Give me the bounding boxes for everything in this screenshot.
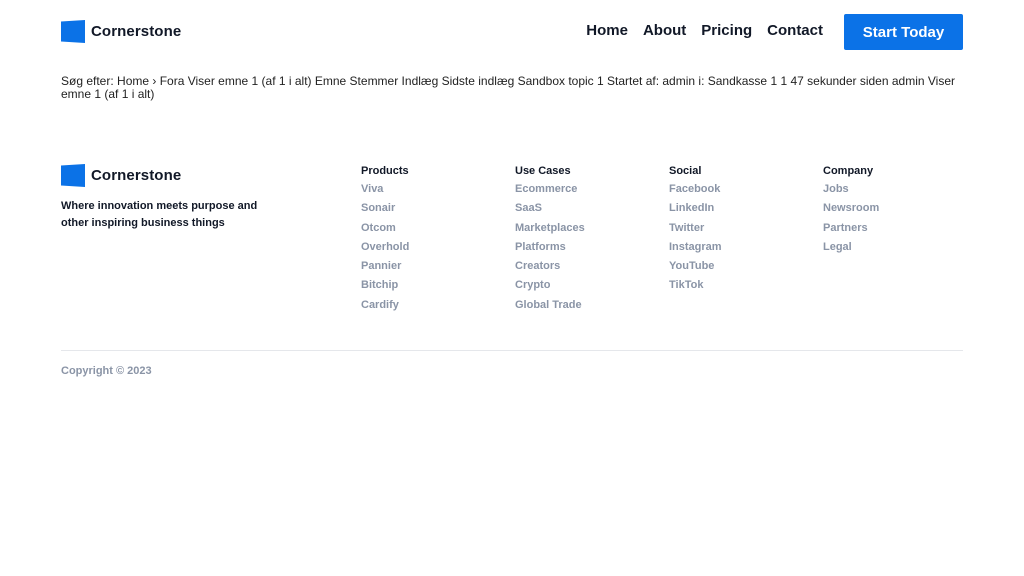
footer-link[interactable]: Ecommerce	[515, 183, 577, 195]
footer-column-products: Products Viva Sonair Otcom Overhold Pann…	[361, 165, 409, 318]
footer-link[interactable]: Overhold	[361, 241, 409, 253]
brand-logo-link[interactable]: Cornerstone	[61, 20, 181, 43]
forum-content: Søg efter: Home › Fora Viser emne 1 (af …	[61, 75, 966, 101]
footer-brand-name: Cornerstone	[91, 167, 182, 184]
footer-link[interactable]: Legal	[823, 241, 852, 253]
footer-link[interactable]: Marketplaces	[515, 222, 585, 234]
cornerstone-logo-icon	[61, 164, 85, 187]
footer-link[interactable]: Crypto	[515, 279, 550, 291]
footer-link[interactable]: LinkedIn	[669, 202, 714, 214]
footer-link[interactable]: Viva	[361, 183, 383, 195]
copyright-text: Copyright © 2023	[61, 365, 152, 377]
footer-link[interactable]: TikTok	[669, 279, 703, 291]
footer-link[interactable]: Pannier	[361, 260, 401, 272]
footer-link[interactable]: Platforms	[515, 241, 566, 253]
footer-link[interactable]: Otcom	[361, 222, 396, 234]
footer-link[interactable]: Global Trade	[515, 299, 582, 311]
nav-home[interactable]: Home	[586, 22, 628, 39]
nav-about[interactable]: About	[643, 22, 686, 39]
footer-column-title: Company	[823, 165, 874, 177]
site-header: Cornerstone Home About Pricing Contact S…	[0, 0, 1024, 64]
footer-link[interactable]: Newsroom	[823, 202, 879, 214]
footer-brand: Cornerstone	[61, 164, 181, 187]
footer-divider	[61, 350, 963, 351]
footer-link[interactable]: SaaS	[515, 202, 542, 214]
footer-tagline: Where innovation meets purpose and other…	[61, 200, 258, 229]
footer-link[interactable]: YouTube	[669, 260, 714, 272]
footer-column-use-cases: Use Cases Ecommerce SaaS Marketplaces Pl…	[515, 165, 585, 318]
main-nav: Home About Pricing Contact	[586, 22, 823, 39]
footer-column-company: Company Jobs Newsroom Partners Legal	[823, 165, 879, 260]
footer-column-title: Use Cases	[515, 165, 571, 177]
footer-link[interactable]: Twitter	[669, 222, 704, 234]
footer-link[interactable]: Partners	[823, 222, 868, 234]
footer-column-title: Social	[669, 165, 702, 177]
footer-link[interactable]: Instagram	[669, 241, 722, 253]
footer-column-social: Social Facebook LinkedIn Twitter Instagr…	[669, 165, 722, 299]
forum-breadcrumb-text: Søg efter: Home › Fora Viser emne 1 (af …	[61, 74, 955, 101]
nav-contact[interactable]: Contact	[767, 22, 823, 39]
footer-link[interactable]: Creators	[515, 260, 560, 272]
footer-link[interactable]: Jobs	[823, 183, 849, 195]
footer-link[interactable]: Facebook	[669, 183, 720, 195]
nav-pricing[interactable]: Pricing	[701, 22, 752, 39]
footer-link[interactable]: Cardify	[361, 299, 399, 311]
start-today-button[interactable]: Start Today	[844, 14, 963, 50]
footer-link[interactable]: Sonair	[361, 202, 395, 214]
footer-column-title: Products	[361, 165, 409, 177]
cornerstone-logo-icon	[61, 20, 85, 43]
brand-name: Cornerstone	[91, 23, 182, 40]
footer-brand-link[interactable]: Cornerstone	[61, 164, 181, 187]
footer-link[interactable]: Bitchip	[361, 279, 398, 291]
